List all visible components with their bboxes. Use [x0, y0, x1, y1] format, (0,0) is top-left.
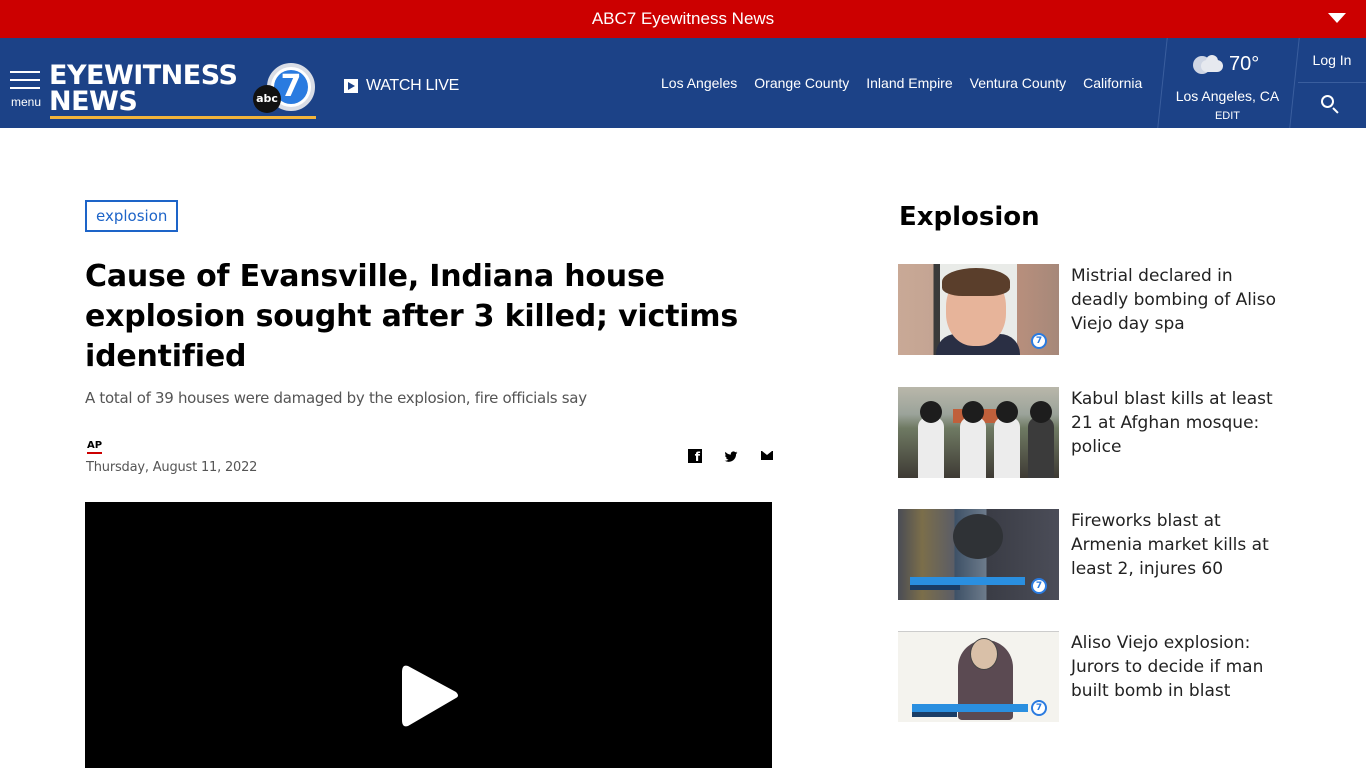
top-alert-bar: ABC7 Eyewitness News	[0, 0, 1366, 38]
watch-live-label: WATCH LIVE	[366, 77, 460, 94]
twitter-share-icon[interactable]	[724, 449, 738, 463]
thumb-shape	[960, 417, 986, 478]
search-icon	[1321, 95, 1334, 108]
eyewitness-news-logo[interactable]: EYEWITNESS NEWS 7 abc	[49, 60, 319, 122]
site-title[interactable]: ABC7 Eyewitness News	[0, 9, 1366, 29]
thumb-shape	[1028, 417, 1054, 478]
caret-down-icon[interactable]	[1328, 13, 1346, 23]
source-logo: AP	[87, 440, 102, 454]
facebook-share-icon[interactable]: f	[688, 449, 702, 463]
twitter-icon	[724, 451, 738, 462]
thumb-shape	[912, 712, 957, 717]
thumb-shape	[910, 577, 1025, 585]
login-button[interactable]: Log In	[1298, 38, 1366, 83]
menu-button[interactable]: menu	[10, 71, 42, 111]
article-subheadline: A total of 39 houses were damaged by the…	[85, 389, 587, 407]
story-title[interactable]: Kabul blast kills at least 21 at Afghan …	[1071, 387, 1291, 459]
envelope-icon	[761, 451, 773, 460]
main-navbar: menu EYEWITNESS NEWS 7 abc WATCH LIVE Lo…	[0, 38, 1366, 128]
abc7-badge-icon: 7	[1031, 700, 1047, 716]
abc-network-logo: abc	[253, 85, 281, 113]
sidebar-title: Explosion	[899, 202, 1040, 232]
thumb-shape	[970, 638, 998, 670]
logo-line2: NEWS	[49, 86, 138, 117]
menu-label: menu	[11, 95, 42, 109]
thumb-shape	[953, 514, 1003, 559]
search-icon-handle	[1332, 107, 1339, 114]
abc7-badge-icon: 7	[1031, 578, 1047, 594]
article-headline: Cause of Evansville, Indiana house explo…	[85, 259, 739, 374]
weather-summary: 70°	[1193, 53, 1259, 76]
sidebar-story[interactable]: 7 Fireworks blast at Armenia market kill…	[898, 509, 1298, 601]
region-nav: Los Angeles Orange County Inland Empire …	[661, 75, 1142, 91]
region-link-california[interactable]: California	[1083, 75, 1142, 91]
hamburger-icon-bar	[10, 79, 40, 81]
weather-location: Los Angeles, CA	[1175, 88, 1280, 104]
sidebar-story[interactable]: Kabul blast kills at least 21 at Afghan …	[898, 387, 1298, 479]
thumb-shape	[918, 417, 944, 478]
watch-live-button[interactable]: WATCH LIVE	[344, 77, 459, 95]
story-thumbnail[interactable]: 7	[898, 631, 1059, 722]
region-link-orange-county[interactable]: Orange County	[754, 75, 849, 91]
story-thumbnail[interactable]	[898, 387, 1059, 478]
story-title[interactable]: Mistrial declared in deadly bombing of A…	[1071, 264, 1291, 336]
story-thumbnail[interactable]: 7	[898, 264, 1059, 355]
temperature: 70°	[1229, 53, 1260, 75]
region-link-inland-empire[interactable]: Inland Empire	[866, 75, 952, 91]
region-link-ventura-county[interactable]: Ventura County	[970, 75, 1067, 91]
video-player[interactable]	[85, 502, 772, 768]
sidebar-story[interactable]: 7 Mistrial declared in deadly bombing of…	[898, 264, 1298, 356]
abc7-badge-icon: 7	[1031, 333, 1047, 349]
source-name: AP	[87, 440, 103, 451]
hamburger-icon-bar	[10, 87, 40, 89]
thumb-shape	[996, 401, 1018, 423]
cloud-shape	[1206, 54, 1218, 67]
story-title[interactable]: Aliso Viejo explosion: Jurors to decide …	[1071, 631, 1291, 703]
thumb-shape	[920, 401, 942, 423]
thumb-shape	[962, 401, 984, 423]
thumb-shape	[1030, 401, 1052, 423]
story-thumbnail[interactable]: 7	[898, 509, 1059, 600]
partly-cloudy-night-icon	[1193, 54, 1223, 76]
region-link-los-angeles[interactable]: Los Angeles	[661, 75, 737, 91]
search-button[interactable]	[1298, 83, 1366, 128]
logo-line1: EYEWITNESS	[49, 60, 238, 91]
article-date: Thursday, August 11, 2022	[86, 460, 258, 475]
email-share-icon[interactable]	[760, 449, 774, 463]
sidebar-story[interactable]: 7 Aliso Viejo explosion: Jurors to decid…	[898, 631, 1298, 723]
play-icon[interactable]	[402, 664, 460, 728]
story-title[interactable]: Fireworks blast at Armenia market kills …	[1071, 509, 1291, 581]
logo-underline	[50, 116, 316, 119]
thumb-shape	[912, 704, 1028, 712]
hamburger-icon	[10, 71, 40, 73]
weather-widget[interactable]: 70° Los Angeles, CA EDIT	[1165, 38, 1290, 128]
topic-tag[interactable]: explosion	[85, 200, 179, 232]
weather-edit-link[interactable]: EDIT	[1165, 110, 1290, 122]
thumb-shape	[910, 585, 960, 590]
thumb-shape	[942, 268, 1010, 296]
play-box-icon	[344, 79, 358, 93]
thumb-shape	[994, 417, 1020, 478]
source-logo-underline	[87, 452, 102, 454]
